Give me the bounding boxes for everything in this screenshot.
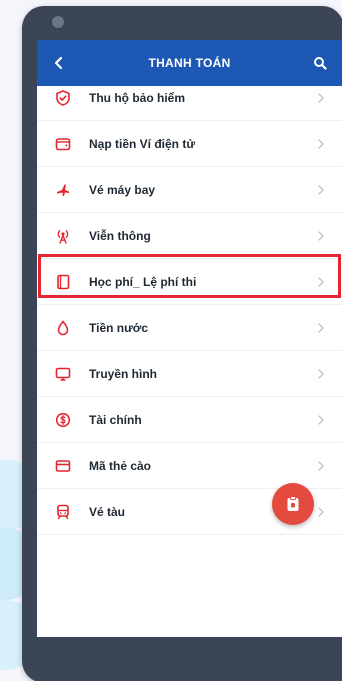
airplane-icon [51,178,75,202]
chevron-right-icon [314,91,328,105]
chevron-left-icon [54,56,63,70]
antenna-icon [51,224,75,248]
tv-icon [51,362,75,386]
back-button[interactable] [49,53,69,73]
phone-screen: THANH TOÁN Thu hộ bảo hiểm Nạp tiền Ví đ… [37,40,342,637]
phone-bottom-bezel [37,637,342,681]
list-item-scratch-card[interactable]: Mã thẻ cào [37,443,342,489]
list-item-telecom[interactable]: Viễn thông [37,213,342,259]
list-item-label: Học phí_ Lệ phí thi [89,274,197,289]
camera-dot [52,16,64,28]
chevron-right-icon [314,321,328,335]
wallet-icon [51,132,75,156]
list-item-e-wallet[interactable]: Nạp tiền Ví điện tử [37,121,342,167]
app-screenshot: THANH TOÁN Thu hộ bảo hiểm Nạp tiền Ví đ… [0,0,342,681]
chevron-right-icon [314,367,328,381]
search-icon [314,57,327,70]
list-item-tuition-fee[interactable]: Học phí_ Lệ phí thi [37,259,342,305]
list-item-label: Tiền nước [89,320,149,335]
list-item-finance[interactable]: Tài chính [37,397,342,443]
shield-check-icon [51,86,75,110]
chevron-right-icon [314,183,328,197]
chevron-right-icon [314,275,328,289]
list-item-label: Nạp tiền Ví điện tử [89,136,196,151]
clipboard-fab-button[interactable] [272,483,314,525]
list-item-insurance[interactable]: Thu hộ bảo hiểm [37,86,342,121]
list-item-television[interactable]: Truyền hình [37,351,342,397]
list-item-label: Thu hộ bảo hiểm [89,90,185,105]
list-item-label: Vé máy bay [89,182,156,197]
train-icon [51,500,75,524]
chevron-right-icon [314,229,328,243]
list-item-label: Tài chính [89,412,142,427]
list-item-label: Mã thẻ cào [89,458,152,473]
list-item-label: Truyền hình [89,366,158,381]
clipboard-icon [287,496,299,511]
water-drop-icon [51,316,75,340]
chevron-right-icon [314,505,328,519]
list-item-water-bill[interactable]: Tiền nước [37,305,342,351]
payment-service-list: Thu hộ bảo hiểm Nạp tiền Ví điện tử Vé m… [37,86,342,637]
chevron-right-icon [314,137,328,151]
coin-icon [51,408,75,432]
card-icon [51,454,75,478]
chevron-right-icon [314,413,328,427]
book-icon [51,270,75,294]
search-button[interactable] [310,53,330,73]
app-bar: THANH TOÁN [37,40,342,86]
list-item-flight-ticket[interactable]: Vé máy bay [37,167,342,213]
chevron-right-icon [314,459,328,473]
page-title: THANH TOÁN [148,56,231,70]
list-item-label: Viễn thông [89,228,151,243]
